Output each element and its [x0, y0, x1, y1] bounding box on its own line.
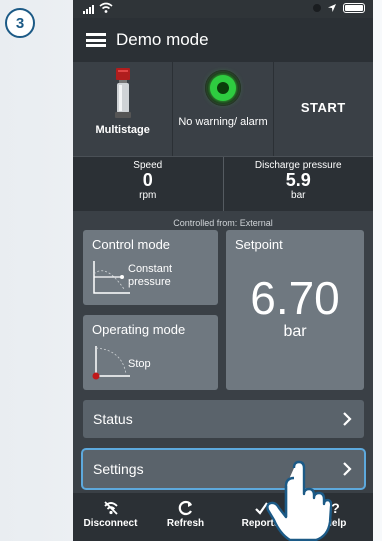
discharge-pressure-reading: Discharge pressure 5.9 bar — [222, 157, 374, 211]
chevron-right-icon — [343, 412, 352, 426]
chevron-right-icon — [343, 462, 352, 476]
page-title: Demo mode — [116, 30, 209, 49]
readings-bar: Speed 0 rpm Discharge pressure 5.9 bar — [73, 156, 373, 211]
operating-mode-title: Operating mode — [92, 322, 186, 337]
discharge-pressure-unit: bar — [291, 190, 306, 201]
wifi-icon — [99, 2, 113, 13]
alarm-status-light-icon — [205, 70, 242, 106]
control-mode-title: Control mode — [92, 237, 171, 252]
status-cards: Multistage No warning/ alarm START — [73, 62, 373, 156]
refresh-icon — [178, 500, 192, 516]
phone-screen: Demo mode Multistage No warning/ alarm S… — [73, 0, 373, 541]
battery-icon — [343, 3, 365, 13]
tab-refresh[interactable]: Refresh — [148, 493, 223, 541]
hamburger-menu-icon[interactable] — [86, 33, 106, 47]
step-badge: 3 — [5, 8, 35, 38]
disconnect-icon — [103, 501, 118, 515]
constant-pressure-curve-icon — [93, 261, 130, 294]
tab-disconnect[interactable]: Disconnect — [73, 493, 148, 541]
control-mode-value-line2: pressure — [128, 276, 171, 288]
discharge-pressure-value: 5.9 — [285, 170, 311, 190]
alarm-status-label: No warning/ alarm — [178, 116, 268, 128]
setpoint-tile[interactable]: Setpoint 6.70 bar — [226, 230, 364, 390]
location-arrow-icon — [328, 4, 336, 12]
pump-type-label: Multistage — [95, 124, 150, 136]
signal-icon — [83, 5, 94, 14]
tab-disconnect-label: Disconnect — [83, 518, 138, 529]
setpoint-unit: bar — [283, 323, 307, 340]
control-mode-value-line1: Constant — [128, 263, 173, 275]
camera-dot-icon — [313, 4, 321, 12]
settings-label: Settings — [93, 461, 144, 477]
setpoint-value: 6.70 — [250, 272, 340, 324]
start-button[interactable]: START — [274, 100, 373, 115]
speed-unit: rpm — [139, 190, 157, 201]
operating-mode-value: Stop — [128, 358, 151, 370]
pointing-hand-icon — [266, 460, 332, 541]
title-bar: Demo mode — [73, 18, 373, 62]
control-mode-tile[interactable]: Control mode Constant pressure — [83, 230, 218, 305]
status-label: Status — [93, 411, 133, 427]
operating-mode-tile[interactable]: Operating mode Stop — [83, 315, 218, 390]
controlled-from-label: Controlled from: External — [173, 218, 273, 228]
status-button[interactable]: Status — [83, 400, 364, 438]
multistage-pump-icon — [115, 68, 131, 118]
speed-reading: Speed 0 rpm — [73, 157, 223, 211]
stop-mode-curve-icon — [92, 346, 130, 380]
pump-card[interactable]: Multistage — [73, 62, 174, 156]
start-card[interactable]: START — [274, 62, 373, 156]
setpoint-title: Setpoint — [235, 237, 283, 252]
speed-value: 0 — [142, 170, 153, 190]
alarm-card[interactable]: No warning/ alarm — [173, 62, 274, 156]
status-bar — [73, 0, 373, 18]
tab-refresh-label: Refresh — [166, 518, 205, 529]
